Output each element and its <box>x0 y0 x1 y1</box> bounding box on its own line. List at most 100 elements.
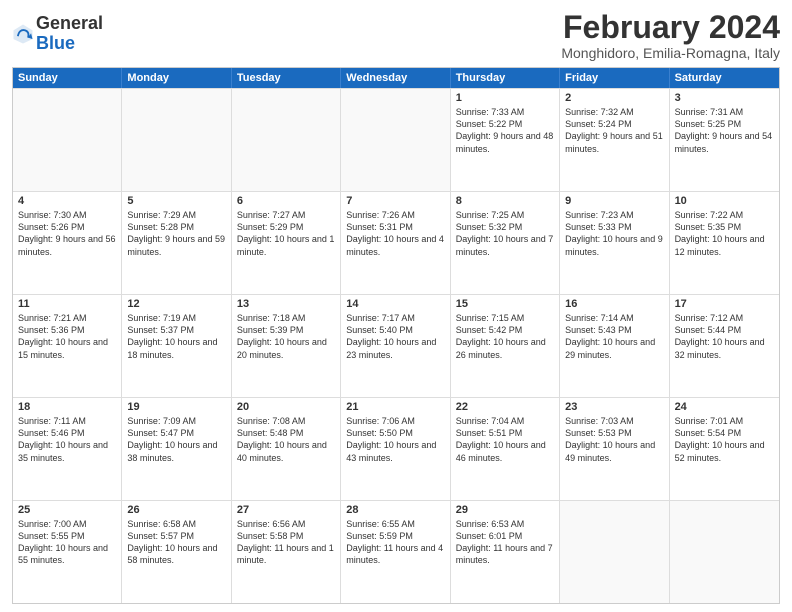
day-number: 1 <box>456 92 554 104</box>
cal-week-4: 18 Sunrise: 7:11 AMSunset: 5:46 PMDayligh… <box>13 397 779 500</box>
cal-cell: 3 Sunrise: 7:31 AMSunset: 5:25 PMDaylight… <box>670 89 779 191</box>
cell-info: Sunrise: 7:19 AMSunset: 5:37 PMDaylight:… <box>127 312 225 361</box>
cal-cell: 26 Sunrise: 6:58 AMSunset: 5:57 PMDayligh… <box>122 501 231 603</box>
calendar-header-row: SundayMondayTuesdayWednesdayThursdayFrid… <box>13 68 779 88</box>
day-number: 16 <box>565 298 663 310</box>
cell-info: Sunrise: 7:30 AMSunset: 5:26 PMDaylight:… <box>18 209 116 258</box>
day-number: 6 <box>237 195 335 207</box>
cal-cell <box>341 89 450 191</box>
cal-cell <box>13 89 122 191</box>
cal-week-3: 11 Sunrise: 7:21 AMSunset: 5:36 PMDayligh… <box>13 294 779 397</box>
cell-info: Sunrise: 7:27 AMSunset: 5:29 PMDaylight:… <box>237 209 335 258</box>
cell-info: Sunrise: 7:04 AMSunset: 5:51 PMDaylight:… <box>456 415 554 464</box>
cal-cell: 4 Sunrise: 7:30 AMSunset: 5:26 PMDaylight… <box>13 192 122 294</box>
cal-cell <box>670 501 779 603</box>
cell-info: Sunrise: 7:09 AMSunset: 5:47 PMDaylight:… <box>127 415 225 464</box>
cell-info: Sunrise: 6:58 AMSunset: 5:57 PMDaylight:… <box>127 518 225 567</box>
cal-cell <box>560 501 669 603</box>
day-number: 3 <box>675 92 774 104</box>
cal-cell: 12 Sunrise: 7:19 AMSunset: 5:37 PMDayligh… <box>122 295 231 397</box>
day-number: 13 <box>237 298 335 310</box>
day-number: 5 <box>127 195 225 207</box>
cal-cell: 20 Sunrise: 7:08 AMSunset: 5:48 PMDayligh… <box>232 398 341 500</box>
day-number: 11 <box>18 298 116 310</box>
day-number: 29 <box>456 504 554 516</box>
cell-info: Sunrise: 7:22 AMSunset: 5:35 PMDaylight:… <box>675 209 774 258</box>
cell-info: Sunrise: 7:26 AMSunset: 5:31 PMDaylight:… <box>346 209 444 258</box>
cal-cell: 5Sunrise: 7:29 AMSunset: 5:28 PMDaylight… <box>122 192 231 294</box>
cal-header-thursday: Thursday <box>451 68 560 88</box>
logo-icon <box>12 23 34 45</box>
day-number: 23 <box>565 401 663 413</box>
cal-cell: 6 Sunrise: 7:27 AMSunset: 5:29 PMDaylight… <box>232 192 341 294</box>
title-block: February 2024 Monghidoro, Emilia-Romagna… <box>561 10 780 61</box>
day-number: 7 <box>346 195 444 207</box>
cal-cell: 22 Sunrise: 7:04 AMSunset: 5:51 PMDayligh… <box>451 398 560 500</box>
day-number: 21 <box>346 401 444 413</box>
day-number: 26 <box>127 504 225 516</box>
day-number: 18 <box>18 401 116 413</box>
cell-info: Sunrise: 7:06 AMSunset: 5:50 PMDaylight:… <box>346 415 444 464</box>
day-number: 19 <box>127 401 225 413</box>
logo-general: General <box>36 13 103 33</box>
page: General Blue February 2024 Monghidoro, E… <box>0 0 792 612</box>
cell-info: Sunrise: 6:55 AMSunset: 5:59 PMDaylight:… <box>346 518 444 567</box>
cell-info: Sunrise: 7:03 AMSunset: 5:53 PMDaylight:… <box>565 415 663 464</box>
day-number: 20 <box>237 401 335 413</box>
cell-info: Sunrise: 7:32 AMSunset: 5:24 PMDaylight:… <box>565 106 663 155</box>
cell-info: Sunrise: 7:23 AMSunset: 5:33 PMDaylight:… <box>565 209 663 258</box>
day-number: 28 <box>346 504 444 516</box>
day-number: 4 <box>18 195 116 207</box>
day-number: 9 <box>565 195 663 207</box>
cal-cell: 16 Sunrise: 7:14 AMSunset: 5:43 PMDayligh… <box>560 295 669 397</box>
day-number: 22 <box>456 401 554 413</box>
cell-info: Sunrise: 7:01 AMSunset: 5:54 PMDaylight:… <box>675 415 774 464</box>
cell-info: Sunrise: 7:33 AMSunset: 5:22 PMDaylight:… <box>456 106 554 155</box>
cal-header-friday: Friday <box>560 68 669 88</box>
cal-cell <box>122 89 231 191</box>
logo: General Blue <box>12 14 103 54</box>
subtitle: Monghidoro, Emilia-Romagna, Italy <box>561 45 780 61</box>
cal-cell: 19 Sunrise: 7:09 AMSunset: 5:47 PMDayligh… <box>122 398 231 500</box>
day-number: 12 <box>127 298 225 310</box>
cell-info: Sunrise: 7:14 AMSunset: 5:43 PMDaylight:… <box>565 312 663 361</box>
cal-header-saturday: Saturday <box>670 68 779 88</box>
day-number: 27 <box>237 504 335 516</box>
cal-cell: 7 Sunrise: 7:26 AMSunset: 5:31 PMDaylight… <box>341 192 450 294</box>
day-number: 10 <box>675 195 774 207</box>
cal-cell: 1 Sunrise: 7:33 AMSunset: 5:22 PMDaylight… <box>451 89 560 191</box>
cell-info: Sunrise: 7:21 AMSunset: 5:36 PMDaylight:… <box>18 312 116 361</box>
cal-cell: 8 Sunrise: 7:25 AMSunset: 5:32 PMDaylight… <box>451 192 560 294</box>
cal-cell: 24Sunrise: 7:01 AMSunset: 5:54 PMDayligh… <box>670 398 779 500</box>
day-number: 14 <box>346 298 444 310</box>
day-number: 2 <box>565 92 663 104</box>
cal-cell: 23 Sunrise: 7:03 AMSunset: 5:53 PMDayligh… <box>560 398 669 500</box>
calendar: SundayMondayTuesdayWednesdayThursdayFrid… <box>12 67 780 604</box>
cal-cell: 15Sunrise: 7:15 AMSunset: 5:42 PMDayligh… <box>451 295 560 397</box>
cell-info: Sunrise: 7:00 AMSunset: 5:55 PMDaylight:… <box>18 518 116 567</box>
cell-info: Sunrise: 7:11 AMSunset: 5:46 PMDaylight:… <box>18 415 116 464</box>
day-number: 17 <box>675 298 774 310</box>
cal-header-sunday: Sunday <box>13 68 122 88</box>
cell-info: Sunrise: 7:18 AMSunset: 5:39 PMDaylight:… <box>237 312 335 361</box>
cal-cell: 28 Sunrise: 6:55 AMSunset: 5:59 PMDayligh… <box>341 501 450 603</box>
cal-cell: 9 Sunrise: 7:23 AMSunset: 5:33 PMDaylight… <box>560 192 669 294</box>
logo-blue: Blue <box>36 33 75 53</box>
cal-header-monday: Monday <box>122 68 231 88</box>
cal-cell: 27 Sunrise: 6:56 AMSunset: 5:58 PMDayligh… <box>232 501 341 603</box>
cell-info: Sunrise: 7:15 AMSunset: 5:42 PMDaylight:… <box>456 312 554 361</box>
cal-cell: 10 Sunrise: 7:22 AMSunset: 5:35 PMDayligh… <box>670 192 779 294</box>
cal-cell: 11 Sunrise: 7:21 AMSunset: 5:36 PMDayligh… <box>13 295 122 397</box>
day-number: 25 <box>18 504 116 516</box>
cell-info: Sunrise: 6:56 AMSunset: 5:58 PMDaylight:… <box>237 518 335 567</box>
cell-info: Sunrise: 7:25 AMSunset: 5:32 PMDaylight:… <box>456 209 554 258</box>
cell-info: Sunrise: 7:08 AMSunset: 5:48 PMDaylight:… <box>237 415 335 464</box>
cell-info: Sunrise: 7:31 AMSunset: 5:25 PMDaylight:… <box>675 106 774 155</box>
cal-cell: 14Sunrise: 7:17 AMSunset: 5:40 PMDayligh… <box>341 295 450 397</box>
cal-week-2: 4 Sunrise: 7:30 AMSunset: 5:26 PMDaylight… <box>13 191 779 294</box>
cal-cell: 25 Sunrise: 7:00 AMSunset: 5:55 PMDayligh… <box>13 501 122 603</box>
cal-week-5: 25 Sunrise: 7:00 AMSunset: 5:55 PMDayligh… <box>13 500 779 603</box>
logo-text: General Blue <box>36 14 103 54</box>
day-number: 8 <box>456 195 554 207</box>
main-title: February 2024 <box>561 10 780 45</box>
